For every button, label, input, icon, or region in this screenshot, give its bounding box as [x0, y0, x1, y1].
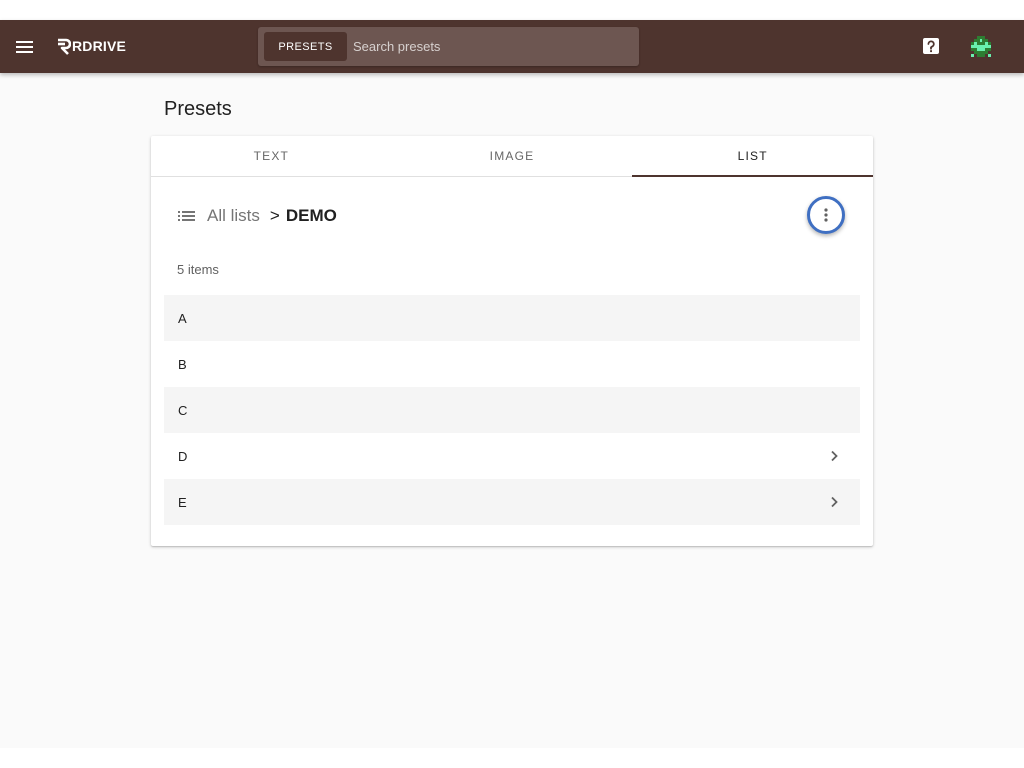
list-item[interactable]: B	[164, 341, 860, 387]
page-title: Presets	[164, 98, 232, 120]
tab-image[interactable]: IMAGE	[392, 136, 633, 176]
app-bar: RDRIVE PRESETS	[0, 20, 1024, 73]
tab-list[interactable]: LIST	[632, 136, 873, 177]
logo-mark-icon	[58, 38, 71, 55]
breadcrumb-current: DEMO	[285, 206, 337, 225]
avatar-identicon	[971, 36, 991, 57]
tab-text[interactable]: TEXT	[151, 136, 392, 176]
app-logo[interactable]: RDRIVE	[56, 35, 126, 57]
list-item[interactable]: D	[164, 433, 860, 479]
breadcrumb-all-lists[interactable]: All lists	[207, 206, 260, 226]
list-item[interactable]: E	[164, 479, 860, 525]
more-vert-icon	[824, 208, 828, 222]
more-options-button[interactable]	[807, 196, 845, 234]
logo-text: RDRIVE	[72, 38, 127, 54]
search-bar: PRESETS	[258, 27, 639, 66]
breadcrumb-separator: >	[269, 206, 280, 225]
chevron-right-icon	[831, 496, 838, 508]
user-avatar[interactable]	[966, 32, 996, 62]
main-content: Presets TEXT IMAGE LIST All lists > DEMO	[0, 73, 1024, 748]
item-count: 5 items	[177, 262, 219, 277]
list-item-label: C	[178, 402, 188, 418]
search-scope-chip[interactable]: PRESETS	[264, 32, 347, 61]
preset-tabs: TEXT IMAGE LIST	[151, 136, 873, 177]
list-item[interactable]: C	[164, 387, 860, 433]
list-item-label: D	[178, 448, 188, 464]
presets-card: TEXT IMAGE LIST All lists > DEMO 5 items…	[151, 136, 873, 546]
list-item-label: E	[178, 494, 187, 510]
list-item[interactable]: A	[164, 295, 860, 341]
list-icon	[178, 211, 195, 221]
breadcrumb: All lists > DEMO	[178, 205, 337, 227]
list-item-label: B	[178, 356, 187, 372]
menu-icon	[15, 41, 33, 53]
chevron-right-icon	[831, 450, 838, 462]
search-input[interactable]	[353, 32, 628, 61]
help-icon	[923, 38, 939, 54]
help-button[interactable]	[922, 37, 941, 56]
menu-button[interactable]	[11, 34, 37, 60]
preset-list: A B C D E	[164, 295, 860, 525]
list-item-label: A	[178, 310, 187, 326]
